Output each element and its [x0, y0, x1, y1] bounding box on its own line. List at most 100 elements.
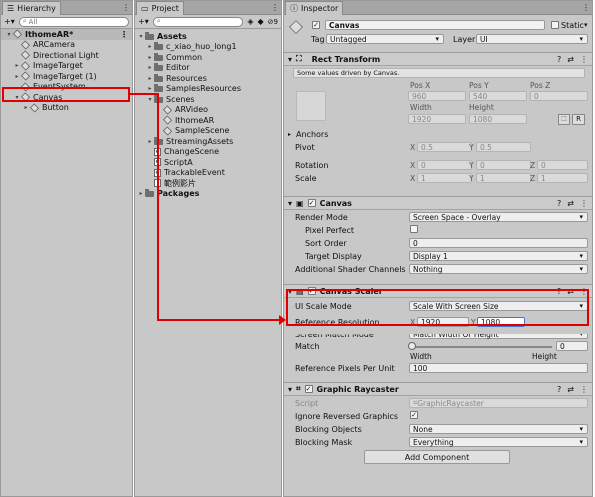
target-display-dropdown[interactable]: Display 1 — [409, 251, 588, 261]
render-mode-dropdown[interactable]: Screen Space - Overlay — [409, 212, 588, 222]
help-icon[interactable]: ? — [557, 199, 561, 208]
hierarchy-search-input[interactable]: ⌕ All — [18, 16, 129, 27]
expand-arrow-icon[interactable]: ▸ — [146, 54, 154, 61]
expand-arrow-icon[interactable]: ▸ — [146, 64, 154, 71]
screen-match-dropdown[interactable]: Match Width Or Height — [409, 334, 588, 339]
list-item[interactable]: ▾ Assets — [135, 31, 281, 42]
create-button[interactable]: +▾ — [138, 17, 149, 26]
connector-line-h2 — [157, 319, 281, 321]
help-icon[interactable]: ? — [557, 385, 561, 394]
ignore-reversed-checkbox[interactable]: ✓ — [410, 411, 418, 419]
match-slider-thumb[interactable] — [408, 342, 416, 350]
blueprint-mode-button[interactable]: ⬚ — [558, 114, 570, 125]
expand-arrow-icon[interactable]: ▾ — [288, 385, 292, 394]
project-tab[interactable]: ▭ Project — [136, 1, 184, 15]
expand-arrow-icon[interactable]: ▸ — [146, 75, 154, 82]
project-search-input[interactable]: ⌕ — [152, 16, 244, 27]
cube-icon — [20, 40, 31, 50]
active-checkbox[interactable]: ✓ — [312, 21, 320, 29]
rotation-label: Rotation — [295, 161, 329, 170]
list-item[interactable]: Directional Light — [1, 50, 132, 61]
inspector-tab[interactable]: ⓘ Inspector — [285, 1, 344, 15]
hidden-packages-icon[interactable]: ⊘9 — [268, 18, 278, 26]
scene-menu-icon[interactable]: ⋮ — [120, 30, 128, 39]
list-item[interactable]: ▸ Editor — [135, 63, 281, 74]
help-icon[interactable]: ? — [557, 55, 561, 64]
list-item-label: ChangeScene — [164, 147, 220, 157]
cube-icon — [162, 126, 173, 136]
scene-row[interactable]: ▾ IthomeAR* ⋮ — [1, 29, 132, 40]
expand-arrow-icon[interactable]: ▸ — [137, 190, 145, 197]
list-item-label: ScriptA — [164, 157, 193, 167]
blocking-mask-dropdown[interactable]: Everything — [409, 437, 588, 447]
preset-icon[interactable]: ⇄ — [567, 199, 574, 208]
component-menu-icon[interactable]: ⋮ — [580, 385, 588, 394]
preset-icon[interactable]: ⇄ — [567, 55, 574, 64]
sort-order-field[interactable]: 0 — [409, 238, 588, 248]
pivot-y-field: 0.5 — [476, 142, 531, 152]
pivot-label: Pivot — [295, 143, 315, 152]
filter-label-icon[interactable]: ◆ — [258, 17, 264, 26]
expand-arrow-icon[interactable]: ▾ — [288, 55, 292, 64]
expand-arrow-icon[interactable]: ▸ — [146, 85, 154, 92]
pixel-perfect-checkbox[interactable] — [410, 225, 418, 233]
panel-menu-icon[interactable]: ⋮ — [271, 3, 279, 12]
graphic-raycaster-header[interactable]: ▾ ⌗ ✓ Graphic Raycaster ? ⇄ ⋮ — [284, 382, 592, 396]
static-dropdown-icon[interactable]: ▾ — [584, 21, 588, 29]
list-item-label: Button — [42, 103, 69, 113]
anchor-preset-box[interactable] — [296, 91, 326, 121]
expand-arrow-icon[interactable]: ▸ — [13, 73, 21, 80]
static-checkbox[interactable] — [551, 21, 559, 29]
panel-menu-icon[interactable]: ⋮ — [122, 3, 130, 12]
anchors-arrow-icon[interactable]: ▸ — [288, 131, 291, 138]
list-item[interactable]: ▸ c_xiao_huo_long1 — [135, 42, 281, 53]
expand-arrow-icon[interactable]: ▾ — [137, 33, 145, 40]
rot-z-axis: Z — [530, 161, 536, 170]
pivot-y-axis: Y — [469, 143, 474, 152]
expand-arrow-icon[interactable]: ▾ — [146, 96, 154, 103]
sort-order-label: Sort Order — [305, 239, 347, 248]
component-menu-icon[interactable]: ⋮ — [580, 55, 588, 64]
hierarchy-tab[interactable]: ☰ Hierarchy — [2, 1, 61, 15]
match-value-field[interactable]: 0 — [556, 341, 588, 351]
expand-arrow-icon[interactable]: ▾ — [5, 31, 13, 38]
canvas-component-header[interactable]: ▾ ▣ ✓ Canvas ? ⇄ ⋮ — [284, 196, 592, 210]
layer-dropdown[interactable]: UI — [476, 34, 588, 44]
raycaster-enabled-checkbox[interactable]: ✓ — [304, 385, 313, 393]
object-name-field[interactable]: Canvas — [325, 20, 545, 30]
component-menu-icon[interactable]: ⋮ — [580, 199, 588, 208]
preset-icon[interactable]: ⇄ — [567, 385, 574, 394]
list-item[interactable]: ▸ Button — [1, 103, 132, 114]
panel-menu-icon[interactable]: ⋮ — [582, 3, 590, 12]
blocking-objects-dropdown[interactable]: None — [409, 424, 588, 434]
create-button[interactable]: +▾ — [4, 17, 15, 26]
shader-channels-dropdown[interactable]: Nothing — [409, 264, 588, 274]
add-component-button[interactable]: Add Component — [364, 450, 510, 464]
filter-type-icon[interactable]: ◈ — [247, 17, 253, 26]
list-item[interactable]: ARCamera — [1, 40, 132, 51]
raw-edit-button[interactable]: R — [572, 114, 585, 125]
list-item[interactable]: ▸ ImageTarget (1) — [1, 71, 132, 82]
script-value: GraphicRaycaster — [417, 398, 484, 408]
expand-arrow-icon[interactable]: ▸ — [146, 43, 154, 50]
list-item[interactable]: ▸ Resources — [135, 73, 281, 84]
expand-arrow-icon[interactable]: ▸ — [146, 138, 154, 145]
component-title: Canvas — [319, 198, 352, 208]
layer-value: UI — [480, 34, 488, 44]
rect-transform-header[interactable]: ▾ ⛶ Rect Transform ? ⇄ ⋮ — [284, 52, 592, 66]
expand-arrow-icon[interactable]: ▾ — [288, 199, 292, 208]
ppu-value: 100 — [413, 363, 428, 373]
expand-arrow-icon[interactable]: ▸ — [22, 104, 30, 111]
scale-y-field: 1 — [476, 173, 531, 183]
ppu-field[interactable]: 100 — [409, 363, 588, 373]
blocking-mask-value: Everything — [413, 437, 454, 447]
match-slider-track[interactable] — [412, 346, 552, 348]
list-item[interactable]: ▸ Common — [135, 52, 281, 63]
canvas-enabled-checkbox[interactable]: ✓ — [307, 199, 316, 207]
list-item[interactable]: ▸ ImageTarget — [1, 61, 132, 72]
expand-arrow-icon[interactable]: ▸ — [13, 62, 21, 69]
list-item-label: Editor — [166, 63, 190, 73]
anchors-label[interactable]: Anchors — [296, 130, 328, 139]
list-item-label: ImageTarget (1) — [33, 71, 97, 81]
tag-dropdown[interactable]: Untagged — [326, 34, 444, 44]
